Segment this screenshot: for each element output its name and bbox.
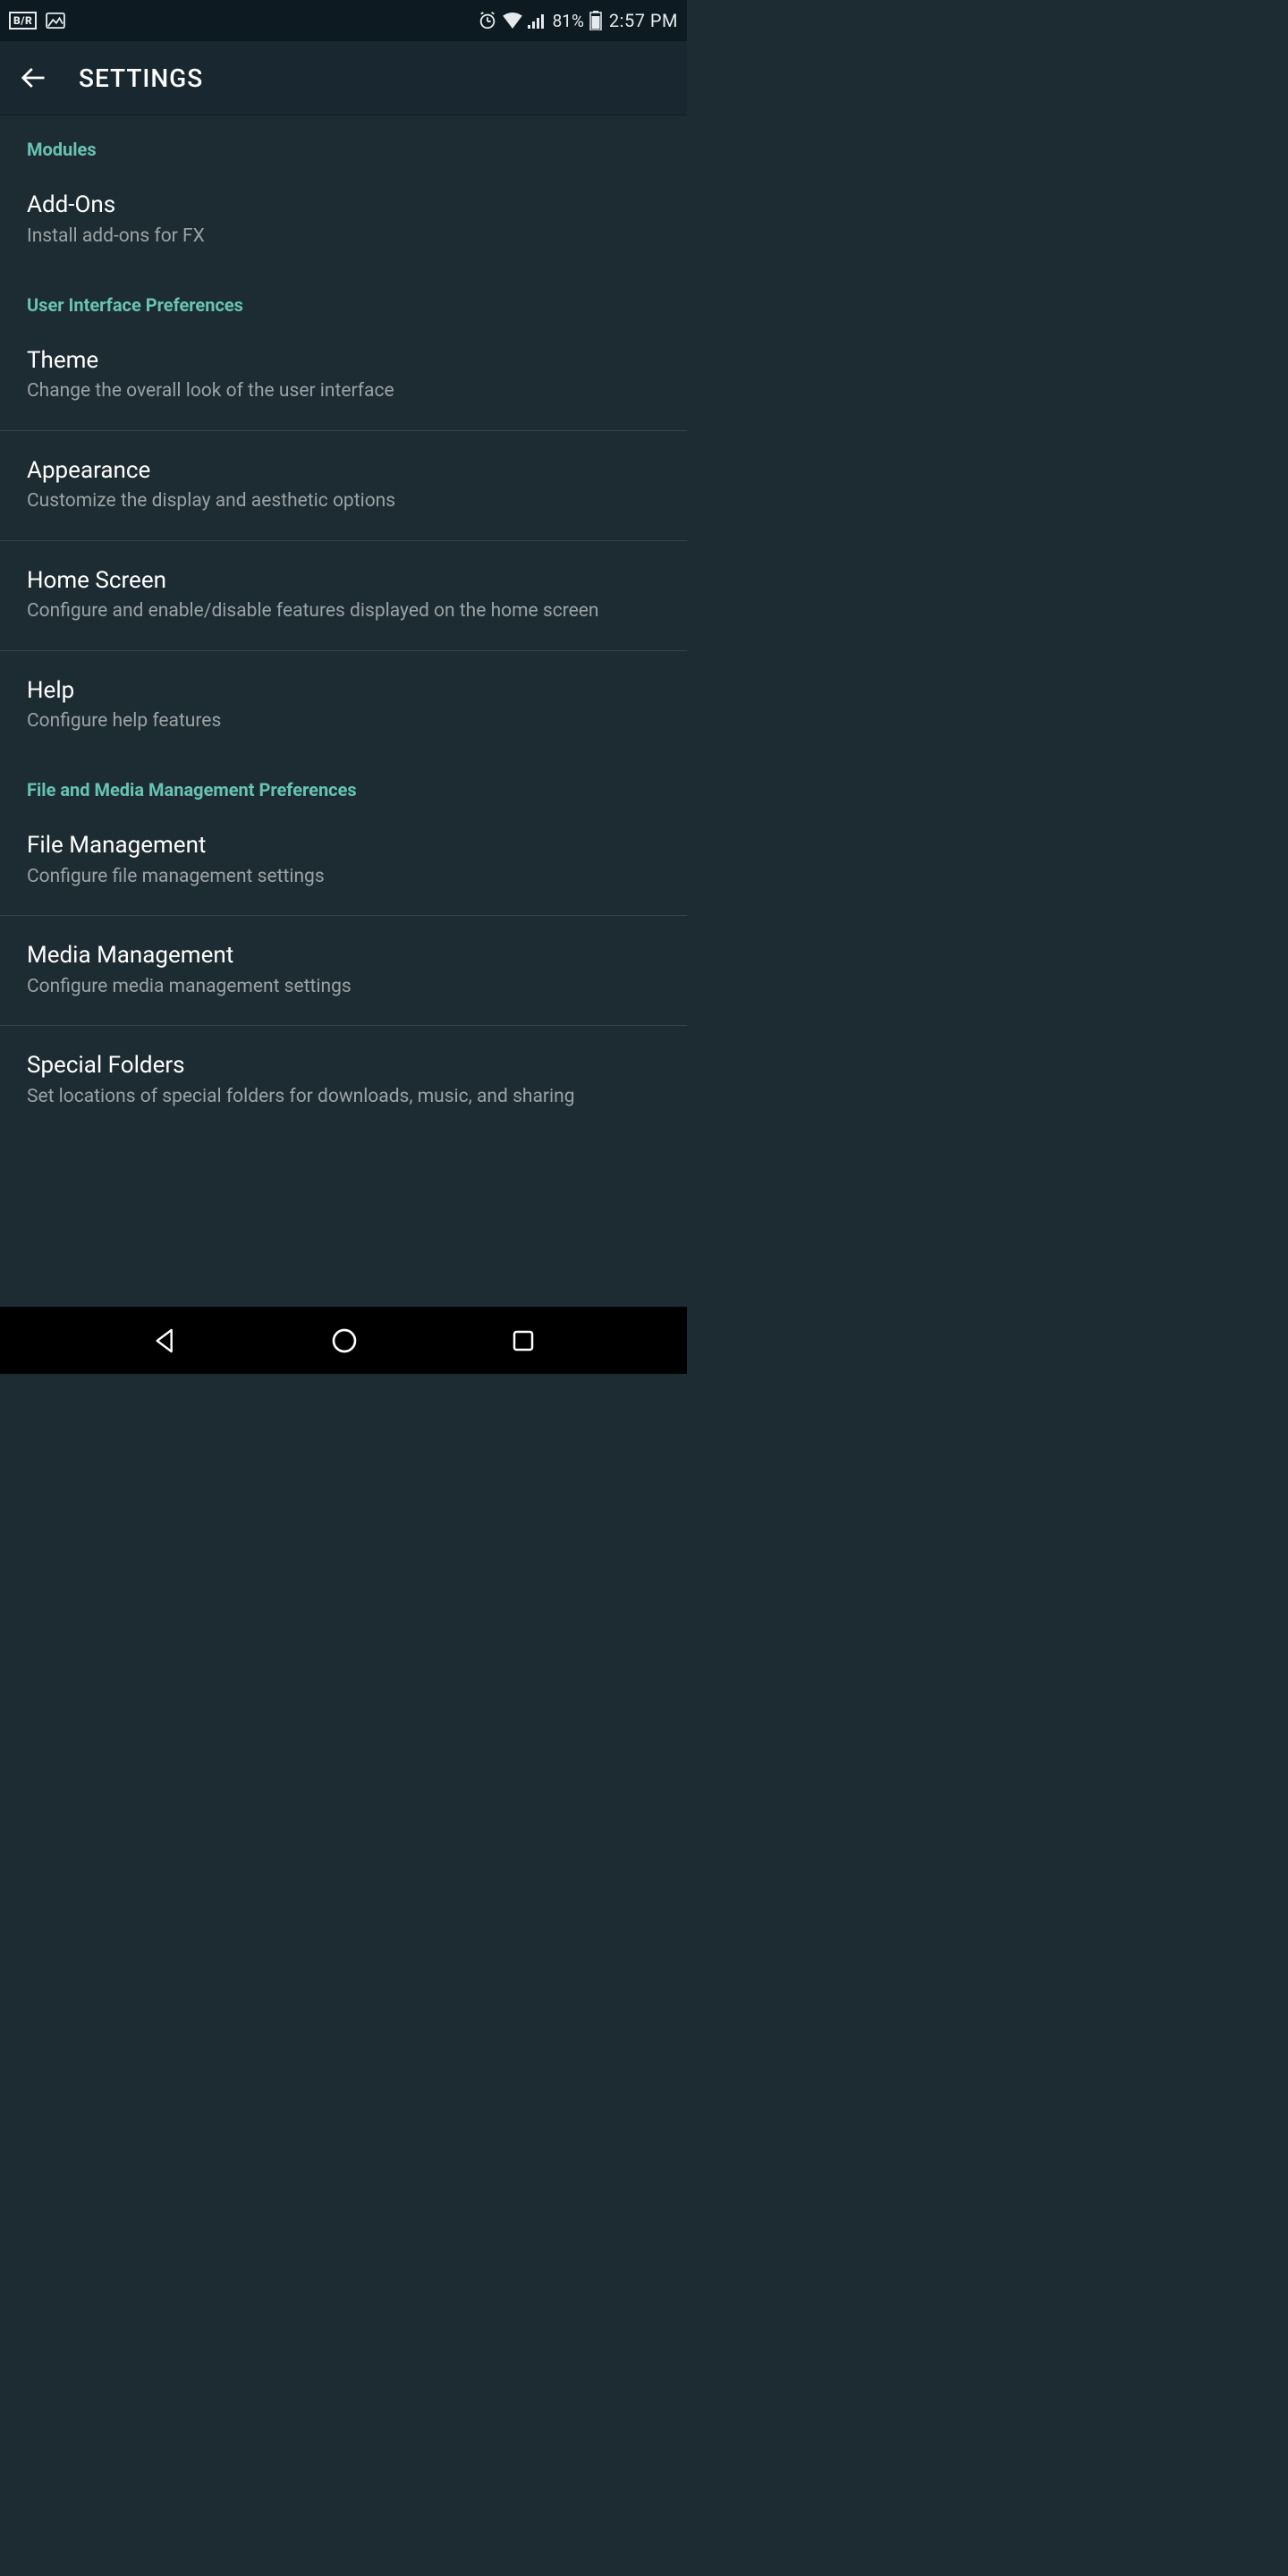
back-button[interactable] — [20, 64, 47, 91]
app-bar: SETTINGS — [0, 41, 687, 115]
nav-home-button[interactable] — [330, 1326, 359, 1355]
setting-subtitle: Customize the display and aesthetic opti… — [27, 488, 660, 514]
setting-item-help[interactable]: Help Configure help features — [0, 650, 687, 760]
setting-item-home-screen[interactable]: Home Screen Configure and enable/disable… — [0, 540, 687, 650]
setting-subtitle: Configure media management settings — [27, 974, 660, 1000]
cell-signal-icon — [528, 13, 547, 29]
section-header-file-media: File and Media Management Preferences — [0, 759, 687, 806]
setting-item-file-mgmt[interactable]: File Management Configure file managemen… — [0, 806, 687, 915]
battery-percent: 81% — [553, 11, 584, 31]
notification-image-icon — [46, 13, 65, 29]
wifi-icon — [503, 13, 522, 29]
setting-item-addons[interactable]: Add-Ons Install add-ons for FX — [0, 165, 687, 275]
setting-subtitle: Configure and enable/disable features di… — [27, 598, 660, 624]
status-system: 81% 2:57 PM — [478, 10, 678, 31]
settings-list: Modules Add-Ons Install add-ons for FX U… — [0, 115, 687, 1307]
setting-subtitle: Install add-ons for FX — [27, 224, 660, 250]
nav-back-button[interactable] — [151, 1326, 180, 1355]
battery-icon — [589, 11, 602, 30]
setting-title: Theme — [27, 346, 660, 376]
setting-title: Appearance — [27, 456, 660, 486]
setting-subtitle: Configure file management settings — [27, 864, 660, 890]
setting-item-theme[interactable]: Theme Change the overall look of the use… — [0, 321, 687, 430]
status-notifications: B/R — [9, 12, 65, 30]
system-nav-bar — [0, 1307, 687, 1374]
setting-title: Home Screen — [27, 566, 660, 596]
setting-item-appearance[interactable]: Appearance Customize the display and aes… — [0, 430, 687, 540]
setting-title: Special Folders — [27, 1051, 660, 1080]
setting-title: Help — [27, 676, 660, 706]
notification-br-icon: B/R — [9, 12, 37, 30]
setting-subtitle: Change the overall look of the user inte… — [27, 378, 660, 404]
setting-title: Media Management — [27, 941, 660, 970]
page-title: SETTINGS — [79, 64, 203, 93]
status-bar: B/R 81% 2:57 PM — [0, 0, 687, 41]
setting-title: File Management — [27, 831, 660, 860]
nav-recent-button[interactable] — [510, 1327, 537, 1354]
section-header-ui-prefs: User Interface Preferences — [0, 275, 687, 321]
status-clock: 2:57 PM — [609, 10, 678, 31]
setting-subtitle: Configure help features — [27, 708, 660, 734]
setting-item-special-folders[interactable]: Special Folders Set locations of special… — [0, 1025, 687, 1119]
setting-title: Add-Ons — [27, 191, 660, 220]
section-header-modules: Modules — [0, 139, 687, 165]
setting-item-media-mgmt[interactable]: Media Management Configure media managem… — [0, 915, 687, 1025]
alarm-icon — [478, 11, 497, 30]
setting-subtitle: Set locations of special folders for dow… — [27, 1084, 660, 1110]
